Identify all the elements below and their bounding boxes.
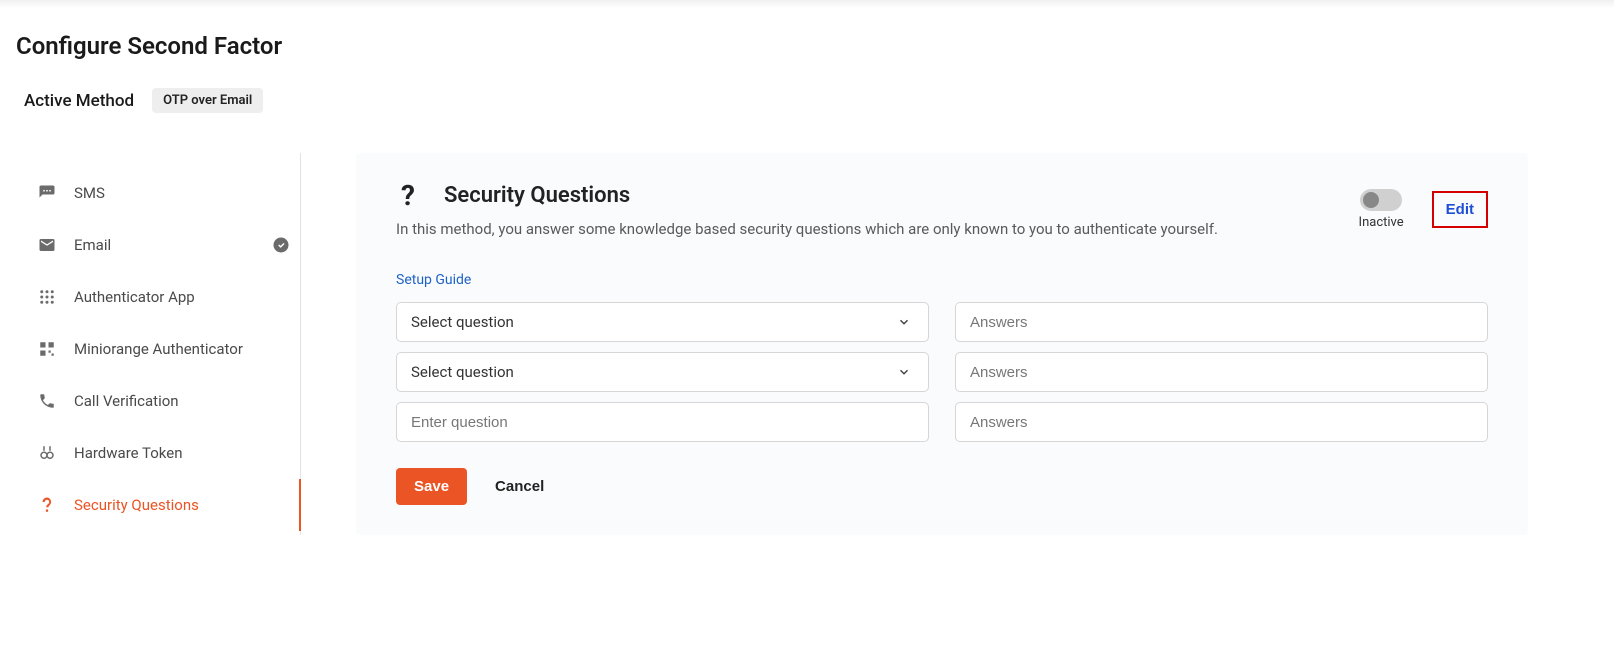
edit-button[interactable]: Edit — [1432, 191, 1488, 228]
answer-input-2[interactable] — [955, 352, 1488, 392]
sidebar-item-authenticator-app[interactable]: Authenticator App — [16, 271, 300, 323]
setup-guide-link[interactable]: Setup Guide — [396, 272, 471, 288]
question-select-2-box: Select question — [396, 352, 929, 392]
check-icon — [272, 236, 290, 254]
answer-input-1-wrap — [955, 302, 1488, 342]
card-head-left: ? Security Questions In this method, you… — [396, 183, 1359, 238]
status-toggle-wrap: Inactive — [1359, 189, 1404, 230]
sidebar-item-sms[interactable]: SMS — [16, 167, 300, 219]
sidebar-item-email[interactable]: Email — [16, 219, 300, 271]
card-title: Security Questions — [444, 183, 630, 208]
cancel-button[interactable]: Cancel — [495, 478, 544, 495]
answer-input-2-wrap — [955, 352, 1488, 392]
status-toggle[interactable] — [1360, 189, 1402, 211]
qr-icon — [36, 338, 58, 360]
question-select-2[interactable]: Select question — [396, 352, 929, 392]
sidebar-item-label: Authenticator App — [74, 288, 195, 306]
custom-question-input[interactable] — [396, 402, 929, 442]
sms-icon — [36, 182, 58, 204]
question-icon — [36, 494, 58, 516]
actions-row: Save Cancel — [396, 468, 1488, 505]
answer-input-3[interactable] — [955, 402, 1488, 442]
card-head: ? Security Questions In this method, you… — [396, 183, 1488, 238]
token-icon — [36, 442, 58, 464]
question-mark-icon: ? — [396, 184, 420, 208]
form-rows: Select question Select question — [396, 302, 1488, 442]
status-toggle-label: Inactive — [1359, 215, 1404, 230]
sidebar-item-label: Hardware Token — [74, 444, 183, 462]
sidebar: SMS Email Authenticator App Miniorange A… — [16, 153, 301, 535]
form-row-3 — [396, 402, 1488, 442]
sidebar-item-call-verification[interactable]: Call Verification — [16, 375, 300, 427]
sidebar-item-hardware-token[interactable]: Hardware Token — [16, 427, 300, 479]
sidebar-item-label: Miniorange Authenticator — [74, 340, 243, 358]
form-row-1: Select question — [396, 302, 1488, 342]
security-questions-card: ? Security Questions In this method, you… — [356, 153, 1528, 535]
sidebar-item-security-questions[interactable]: Security Questions — [16, 479, 300, 531]
window-top-shadow — [0, 0, 1614, 8]
email-icon — [36, 234, 58, 256]
page-title: Configure Second Factor — [16, 32, 1598, 60]
sidebar-item-label: Security Questions — [74, 496, 199, 514]
sidebar-item-label: Email — [74, 236, 111, 254]
active-method-row: Active Method OTP over Email — [16, 88, 1598, 113]
card-head-right: Inactive Edit — [1359, 183, 1488, 230]
save-button[interactable]: Save — [396, 468, 467, 505]
custom-question-input-wrap — [396, 402, 929, 442]
phone-icon — [36, 390, 58, 412]
card-title-row: ? Security Questions — [396, 183, 1359, 208]
active-method-label: Active Method — [24, 91, 134, 111]
sidebar-item-label: Call Verification — [74, 392, 179, 410]
card-description: In this method, you answer some knowledg… — [396, 220, 1359, 238]
grid-icon — [36, 286, 58, 308]
sidebar-item-miniorange-authenticator[interactable]: Miniorange Authenticator — [16, 323, 300, 375]
sidebar-item-label: SMS — [74, 184, 105, 202]
active-method-badge: OTP over Email — [152, 88, 263, 113]
answer-input-3-wrap — [955, 402, 1488, 442]
page-header: Configure Second Factor Active Method OT… — [0, 8, 1614, 123]
question-select-1[interactable]: Select question — [396, 302, 929, 342]
question-select-1-box: Select question — [396, 302, 929, 342]
answer-input-1[interactable] — [955, 302, 1488, 342]
main-panel: ? Security Questions In this method, you… — [301, 153, 1598, 535]
content-wrap: SMS Email Authenticator App Miniorange A… — [0, 123, 1614, 535]
form-row-2: Select question — [396, 352, 1488, 392]
